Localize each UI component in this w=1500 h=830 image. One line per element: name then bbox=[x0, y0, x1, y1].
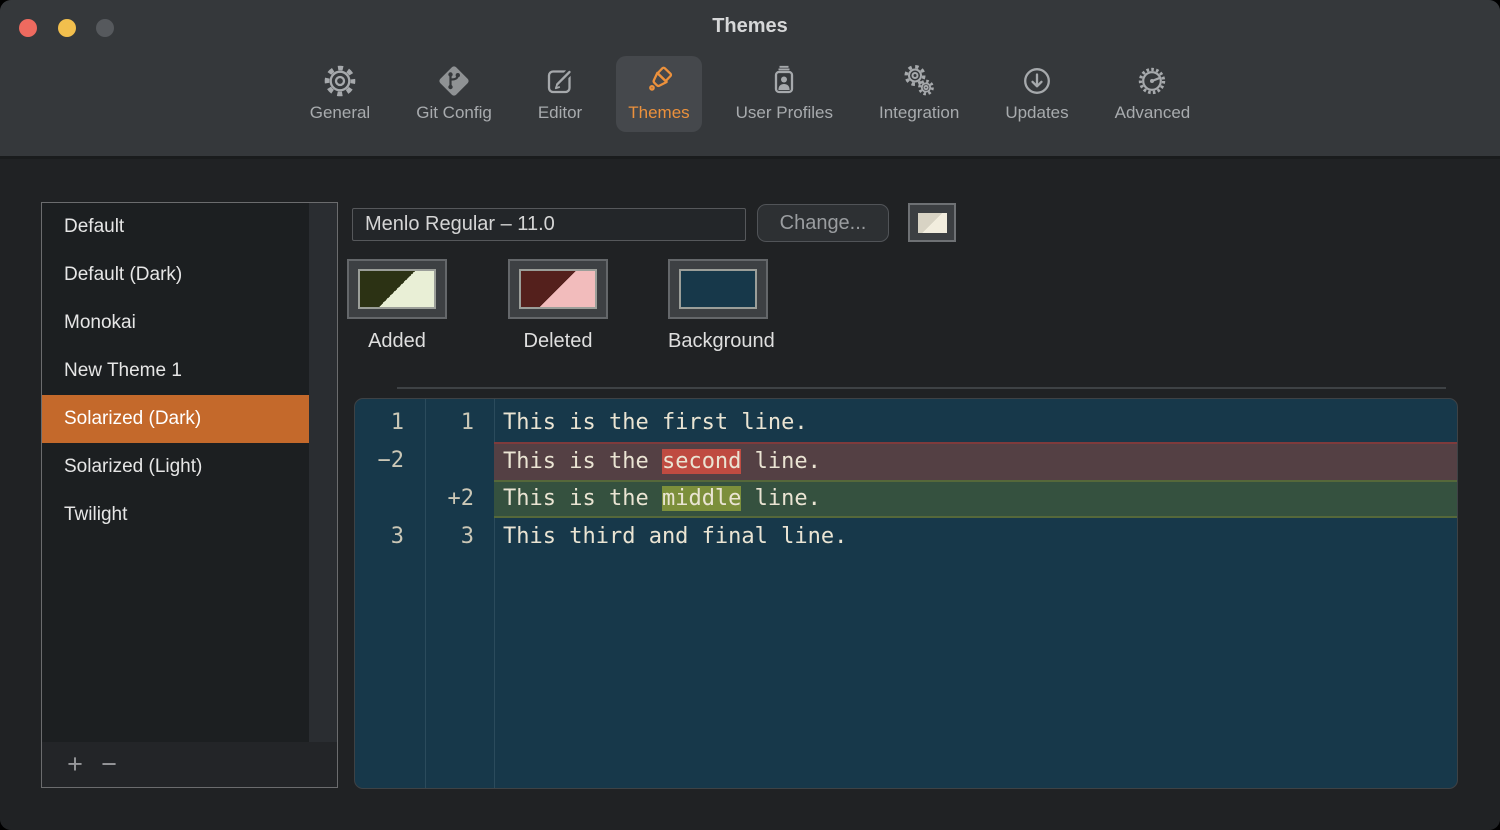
theme-item-solarized-light[interactable]: Solarized (Light) bbox=[42, 443, 337, 491]
diff-row-context: 3 3 This third and final line. bbox=[355, 518, 1457, 556]
git-diamond-icon bbox=[435, 62, 473, 100]
background-color-group: Background bbox=[668, 259, 768, 353]
background-color-well[interactable] bbox=[668, 259, 768, 319]
tab-label: Integration bbox=[879, 103, 959, 123]
tab-label: Editor bbox=[538, 103, 582, 123]
scrollbar-track[interactable] bbox=[309, 203, 337, 742]
deleted-color-well[interactable] bbox=[508, 259, 608, 319]
theme-list: Default Default (Dark) Monokai New Theme… bbox=[42, 203, 337, 742]
added-color-group: Added bbox=[347, 259, 447, 353]
section-divider bbox=[397, 387, 1446, 389]
font-field[interactable]: Menlo Regular – 11.0 bbox=[352, 208, 746, 241]
preferences-toolbar: General Git Config bbox=[0, 56, 1500, 132]
double-gears-icon bbox=[900, 62, 938, 100]
new-line-number: +2 bbox=[425, 480, 494, 518]
text-color-swatch bbox=[918, 213, 947, 233]
theme-item-default-dark[interactable]: Default (Dark) bbox=[42, 251, 337, 299]
tab-label: Advanced bbox=[1115, 103, 1191, 123]
download-circle-icon bbox=[1018, 62, 1056, 100]
tab-editor[interactable]: Editor bbox=[526, 56, 594, 132]
theme-item-new-theme-1[interactable]: New Theme 1 bbox=[42, 347, 337, 395]
old-line-number: 3 bbox=[355, 518, 425, 556]
theme-item-default[interactable]: Default bbox=[42, 203, 337, 251]
tab-label: User Profiles bbox=[736, 103, 833, 123]
theme-item-solarized-dark[interactable]: Solarized (Dark) bbox=[42, 395, 337, 443]
tab-git-config[interactable]: Git Config bbox=[404, 56, 504, 132]
theme-item-twilight[interactable]: Twilight bbox=[42, 491, 337, 539]
new-line-number: 3 bbox=[425, 518, 494, 556]
old-line-number: −2 bbox=[355, 442, 425, 480]
theme-list-footer: + − bbox=[42, 742, 337, 787]
gear-icon bbox=[321, 62, 359, 100]
diff-row-context: 1 1 This is the first line. bbox=[355, 404, 1457, 442]
text-color-well[interactable] bbox=[908, 203, 956, 242]
diff-row-added: +2 This is the middle line. bbox=[355, 480, 1457, 518]
added-color-well[interactable] bbox=[347, 259, 447, 319]
theme-item-monokai[interactable]: Monokai bbox=[42, 299, 337, 347]
code-text: This is the bbox=[503, 449, 662, 474]
theme-preview-panel: 1 1 This is the first line. −2 This is t… bbox=[354, 398, 1458, 789]
new-line-number: 1 bbox=[425, 404, 494, 442]
tab-label: General bbox=[310, 103, 370, 123]
background-color-swatch bbox=[679, 269, 757, 309]
remove-theme-button[interactable]: − bbox=[92, 742, 126, 787]
paintbrush-icon bbox=[640, 62, 678, 100]
code-line-added: This is the middle line. bbox=[494, 480, 1457, 518]
added-label: Added bbox=[347, 330, 447, 353]
new-line-number bbox=[425, 442, 494, 480]
window-title: Themes bbox=[0, 15, 1500, 38]
tab-updates[interactable]: Updates bbox=[993, 56, 1080, 132]
change-font-button[interactable]: Change... bbox=[757, 204, 889, 242]
tab-themes[interactable]: Themes bbox=[616, 56, 701, 132]
compose-icon bbox=[541, 62, 579, 100]
advanced-gear-icon bbox=[1133, 62, 1171, 100]
tab-general[interactable]: General bbox=[298, 56, 382, 132]
background-label: Background bbox=[668, 330, 768, 353]
old-line-number bbox=[355, 480, 425, 518]
code-text: line. bbox=[741, 486, 820, 511]
code-text: line. bbox=[741, 449, 820, 474]
code-line: This third and final line. bbox=[494, 518, 1457, 556]
theme-list-box: Default Default (Dark) Monokai New Theme… bbox=[41, 202, 338, 788]
highlighted-word-deleted: second bbox=[662, 449, 741, 474]
tab-label: Updates bbox=[1005, 103, 1068, 123]
themes-pane: Default Default (Dark) Monokai New Theme… bbox=[0, 159, 1500, 830]
tab-user-profiles[interactable]: User Profiles bbox=[724, 56, 845, 132]
old-line-number: 1 bbox=[355, 404, 425, 442]
highlighted-word-added: middle bbox=[662, 486, 741, 511]
code-text: This third and final line. bbox=[503, 524, 847, 549]
diff-rows: 1 1 This is the first line. −2 This is t… bbox=[355, 404, 1457, 556]
code-line: This is the first line. bbox=[494, 404, 1457, 442]
add-theme-button[interactable]: + bbox=[58, 742, 92, 787]
deleted-label: Deleted bbox=[508, 330, 608, 353]
tab-label: Git Config bbox=[416, 103, 492, 123]
preferences-window: Themes General bbox=[0, 0, 1500, 830]
deleted-color-swatch bbox=[519, 269, 597, 309]
code-text: This is the first line. bbox=[503, 410, 808, 435]
diff-row-deleted: −2 This is the second line. bbox=[355, 442, 1457, 480]
added-color-swatch bbox=[358, 269, 436, 309]
profile-badge-icon bbox=[765, 62, 803, 100]
deleted-color-group: Deleted bbox=[508, 259, 608, 353]
tab-label: Themes bbox=[628, 103, 689, 123]
titlebar: Themes bbox=[0, 0, 1500, 56]
code-line-deleted: This is the second line. bbox=[494, 442, 1457, 480]
tab-integration[interactable]: Integration bbox=[867, 56, 971, 132]
code-text: This is the bbox=[503, 486, 662, 511]
tab-advanced[interactable]: Advanced bbox=[1103, 56, 1203, 132]
window-chrome: Themes General bbox=[0, 0, 1500, 159]
